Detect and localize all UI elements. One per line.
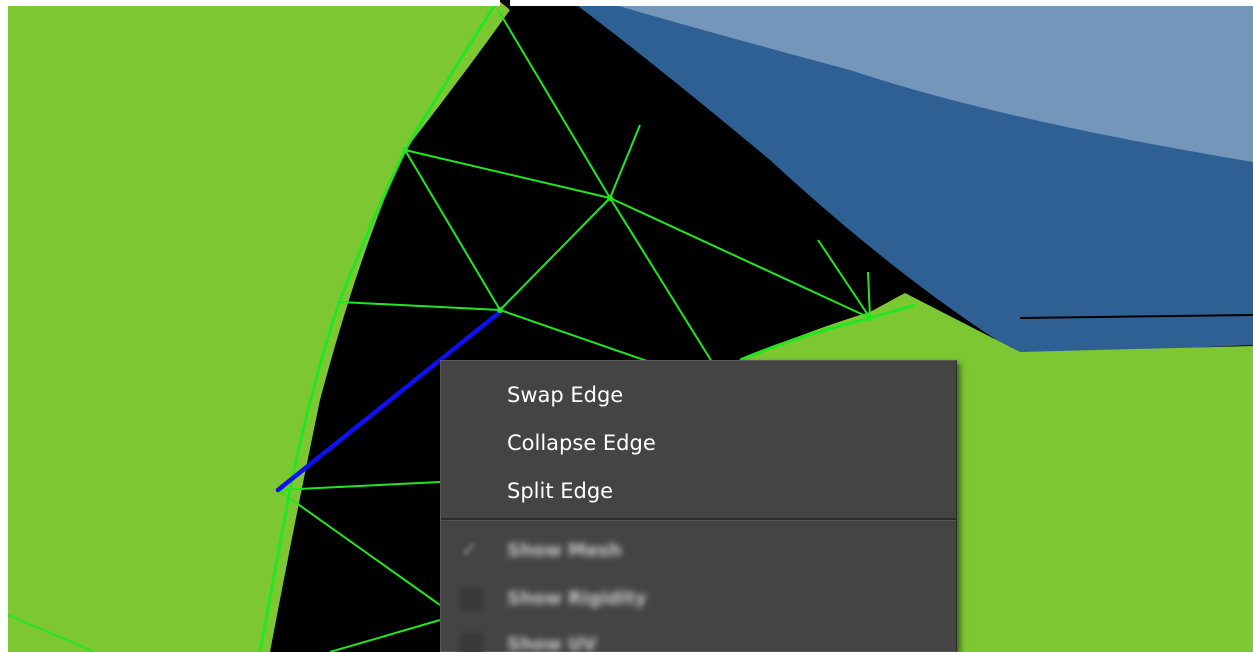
show-mesh-label: Show Mesh bbox=[507, 540, 622, 561]
split-edge-menu-item[interactable]: Split Edge bbox=[441, 467, 956, 515]
show-rigidity-label: Show Rigidity bbox=[507, 588, 647, 609]
checkbox-icon bbox=[459, 633, 483, 652]
checkmark-icon: ✓ bbox=[461, 537, 478, 561]
show-uv-toggle[interactable]: Show UV bbox=[441, 620, 956, 652]
context-menu: Swap Edge Collapse Edge Split Edge ✓ Sho… bbox=[440, 360, 957, 652]
show-rigidity-toggle[interactable]: Show Rigidity bbox=[441, 574, 956, 624]
collapse-edge-menu-item[interactable]: Collapse Edge bbox=[441, 419, 956, 467]
swap-edge-menu-item[interactable]: Swap Edge bbox=[441, 371, 956, 419]
canvas-top-margin bbox=[8, 0, 500, 6]
mesh-editor-viewport[interactable]: Swap Edge Collapse Edge Split Edge ✓ Sho… bbox=[0, 0, 1253, 652]
show-uv-label: Show UV bbox=[507, 634, 597, 652]
canvas-top-margin-right bbox=[510, 0, 1253, 6]
checkbox-icon bbox=[459, 587, 483, 611]
show-mesh-toggle[interactable]: ✓ Show Mesh bbox=[441, 526, 956, 576]
menu-separator bbox=[441, 518, 956, 521]
